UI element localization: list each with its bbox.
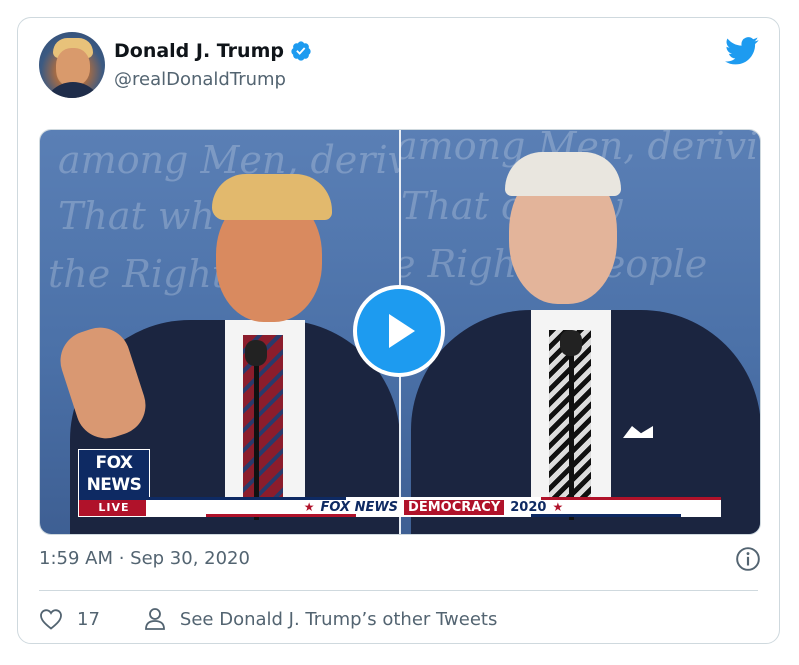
fox-logo-live: LIVE (79, 500, 149, 516)
fox-logo-mid: NEWS (86, 475, 142, 495)
heart-icon (40, 609, 62, 630)
person-icon (145, 608, 165, 630)
fox-logo-top: FOX (95, 453, 133, 473)
lower-third-brand: FOX NEWS (320, 499, 399, 515)
like-button[interactable]: 17 (39, 608, 100, 630)
star-icon: ★ (552, 500, 564, 514)
info-icon[interactable] (735, 546, 761, 572)
backdrop-text: among Men, deriv (58, 138, 399, 182)
lower-third-event: DEMOCRACY (404, 499, 505, 515)
star-icon: ★ (303, 500, 315, 514)
twitter-bird-icon[interactable] (725, 36, 759, 66)
handle[interactable]: @realDonaldTrump (114, 69, 286, 90)
tweet-timestamp[interactable]: 1:59 AM · Sep 30, 2020 (39, 548, 250, 569)
fox-news-live-logo: FOX NEWS LIVE (78, 449, 150, 517)
play-icon (389, 314, 415, 348)
tweet-card[interactable]: Donald J. Trump @realDonaldTrump among M… (17, 17, 780, 644)
verified-badge-icon (291, 41, 311, 61)
author-name-row: Donald J. Trump (114, 40, 312, 62)
like-count: 17 (77, 608, 100, 630)
see-other-tweets-label: See Donald J. Trump’s other Tweets (179, 608, 498, 630)
divider (39, 590, 758, 591)
right-video-panel: among Men, deriving That or any e Right … (401, 130, 760, 534)
lower-third-year: 2020 (510, 499, 547, 515)
see-other-tweets-link[interactable]: See Donald J. Trump’s other Tweets (144, 607, 497, 631)
video-player[interactable]: among Men, deriv That wh any the Right P… (39, 129, 761, 535)
display-name[interactable]: Donald J. Trump (114, 40, 284, 62)
tweet-actions: 17 See Donald J. Trump’s other Tweets (39, 604, 497, 634)
lower-third-banner: ★ FOX NEWS DEMOCRACY 2020 ★ (146, 497, 721, 517)
avatar[interactable] (39, 32, 105, 98)
play-button[interactable] (353, 285, 445, 377)
